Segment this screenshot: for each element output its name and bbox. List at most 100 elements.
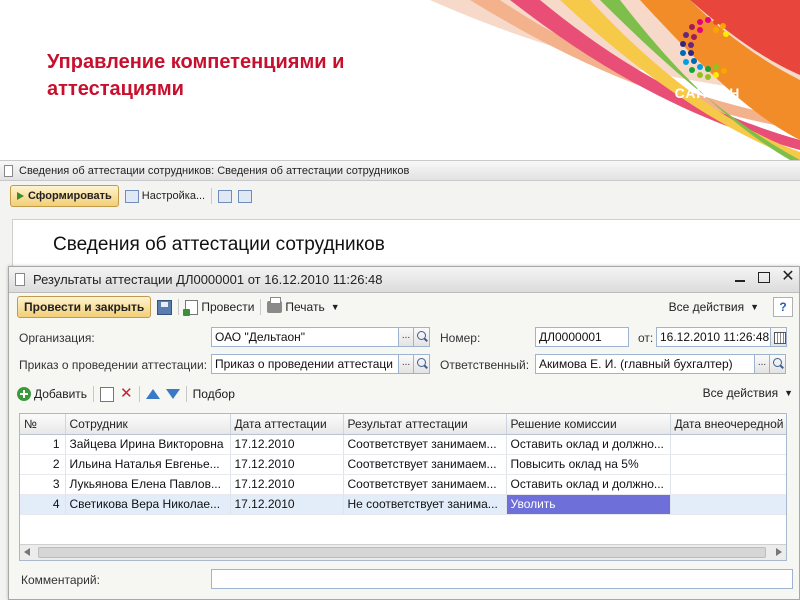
chevron-down-icon: ▼ (784, 388, 793, 398)
responsible-select-button[interactable]: ... (754, 354, 770, 374)
table-icon[interactable] (238, 189, 253, 203)
date-field[interactable]: 16.12.2010 11:26:48 (656, 327, 771, 347)
document-toolbar: Провести и закрыть Провести Печать ▼ Все… (9, 293, 799, 321)
report-window-title: Сведения об аттестации сотрудников: Свед… (19, 164, 410, 177)
date-cell[interactable]: 17.12.2010 (230, 434, 344, 455)
employee-cell[interactable]: Лукьянова Елена Павлов... (65, 474, 231, 495)
grid-all-actions-button[interactable]: Все действия ▼ (703, 386, 793, 400)
table-row-selected[interactable]: 4 Светикова Вера Николае... 17.12.2010 Н… (20, 494, 786, 515)
logo-text: САПСАН (674, 85, 741, 101)
generate-button[interactable]: Сформировать (10, 185, 119, 207)
copy-icon[interactable] (100, 386, 115, 402)
table-header-row: № Сотрудник Дата аттестации Результат ат… (20, 414, 786, 435)
responsible-field[interactable]: Акимова Е. И. (главный бухгалтер) (535, 354, 755, 374)
post-button[interactable]: Провести (183, 299, 254, 316)
mail-icon[interactable] (218, 189, 233, 203)
extra-date-cell[interactable] (670, 474, 786, 495)
help-button[interactable]: ? (773, 297, 793, 317)
decision-cell[interactable]: Повысить оклад на 5% (506, 454, 671, 475)
table-row[interactable]: 3 Лукьянова Елена Павлов... 17.12.2010 С… (20, 474, 786, 495)
play-icon (17, 192, 24, 200)
slide-title: Управление компетенциями и аттестациями (47, 49, 344, 103)
settings-button[interactable]: Настройка... (124, 189, 205, 203)
table-row[interactable]: 2 Ильина Наталья Евгенье... 17.12.2010 С… (20, 454, 786, 475)
report-toolbar: Сформировать Настройка... (0, 181, 800, 211)
extra-date-cell[interactable] (670, 494, 786, 515)
column-header-result[interactable]: Результат аттестации (343, 414, 507, 435)
decision-cell[interactable]: Оставить оклад и должно... (506, 434, 671, 455)
column-header-employee[interactable]: Сотрудник (65, 414, 231, 435)
calendar-icon[interactable] (770, 327, 787, 347)
document-window-titlebar: Результаты аттестации ДЛ0000001 от 16.12… (9, 267, 799, 293)
organization-search-icon[interactable] (413, 327, 430, 347)
print-button-label: Печать (285, 300, 325, 314)
comment-field[interactable] (211, 569, 793, 589)
toolbar-divider (178, 299, 180, 315)
toolbar-divider (185, 386, 187, 402)
grid-toolbar: Добавить ✕ Подбор Все действия ▼ (17, 383, 793, 405)
settings-icon (124, 189, 139, 203)
logo-dots-icon (680, 17, 729, 80)
decision-cell[interactable]: Оставить оклад и должно... (506, 474, 671, 495)
date-cell[interactable]: 17.12.2010 (230, 494, 344, 515)
result-cell[interactable]: Не соответствует занима... (343, 494, 507, 515)
close-button[interactable]: ✕ (781, 269, 795, 285)
generate-button-label: Сформировать (28, 190, 112, 202)
order-search-icon[interactable] (413, 354, 430, 374)
responsible-label: Ответственный: (440, 358, 530, 372)
organization-select-button[interactable]: ... (398, 327, 414, 347)
organization-label: Организация: (19, 331, 95, 345)
extra-date-cell[interactable] (670, 454, 786, 475)
column-header-decision[interactable]: Решение комиссии (506, 414, 671, 435)
toolbar-divider (211, 188, 213, 204)
maximize-icon (758, 271, 770, 283)
number-field[interactable]: ДЛ0000001 (535, 327, 629, 347)
selection-button[interactable]: Подбор (193, 387, 235, 401)
results-table: № Сотрудник Дата аттестации Результат ат… (19, 413, 787, 561)
move-down-icon[interactable] (165, 389, 180, 399)
scroll-left-icon[interactable] (24, 548, 30, 556)
horizontal-scrollbar[interactable] (20, 544, 786, 560)
print-button[interactable]: Печать ▼ (267, 297, 340, 314)
decision-cell-active[interactable]: Уволить (506, 494, 671, 515)
result-cell[interactable]: Соответствует занимаем... (343, 434, 507, 455)
responsible-search-icon[interactable] (769, 354, 786, 374)
toolbar-divider (260, 299, 262, 315)
column-header-number[interactable]: № (20, 414, 66, 435)
move-up-icon[interactable] (145, 389, 160, 399)
result-cell[interactable]: Соответствует занимаем... (343, 454, 507, 475)
column-header-extra-date[interactable]: Дата внеочередной (670, 414, 786, 435)
scrollbar-thumb[interactable] (38, 547, 766, 558)
organization-field[interactable]: ОАО "Дельтаон" (211, 327, 399, 347)
minimize-button[interactable] (733, 270, 747, 284)
all-actions-button[interactable]: Все действия ▼ (669, 300, 759, 314)
add-icon (17, 387, 31, 401)
employee-cell[interactable]: Светикова Вера Николае... (65, 494, 231, 515)
column-header-date[interactable]: Дата аттестации (230, 414, 344, 435)
post-and-close-button[interactable]: Провести и закрыть (17, 296, 152, 318)
slide-title-line1: Управление компетенциями и (47, 51, 345, 73)
post-icon (183, 299, 199, 316)
result-cell[interactable]: Соответствует занимаем... (343, 474, 507, 495)
order-label: Приказ о проведении аттестации: (19, 358, 208, 372)
maximize-button[interactable] (757, 270, 771, 284)
delete-icon[interactable]: ✕ (120, 386, 133, 401)
table-row[interactable]: 1 Зайцева Ирина Викторовна 17.12.2010 Со… (20, 434, 786, 455)
add-button[interactable]: Добавить (17, 387, 87, 401)
sapsan-logo: САПСАН (670, 14, 745, 109)
order-field[interactable]: Приказ о проведении аттестаци (211, 354, 399, 374)
save-icon[interactable] (157, 299, 173, 315)
date-cell[interactable]: 17.12.2010 (230, 454, 344, 475)
minimize-icon (735, 280, 745, 282)
scroll-right-icon[interactable] (776, 548, 782, 556)
extra-date-cell[interactable] (670, 434, 786, 455)
order-select-button[interactable]: ... (398, 354, 414, 374)
toolbar-divider (138, 386, 140, 402)
date-cell[interactable]: 17.12.2010 (230, 474, 344, 495)
employee-cell[interactable]: Зайцева Ирина Викторовна (65, 434, 231, 455)
report-window-titlebar: Сведения об аттестации сотрудников: Свед… (0, 161, 800, 181)
employee-cell[interactable]: Ильина Наталья Евгенье... (65, 454, 231, 475)
row-number: 2 (20, 454, 66, 475)
window-controls: ✕ (733, 269, 795, 285)
all-actions-label: Все действия (668, 300, 745, 314)
